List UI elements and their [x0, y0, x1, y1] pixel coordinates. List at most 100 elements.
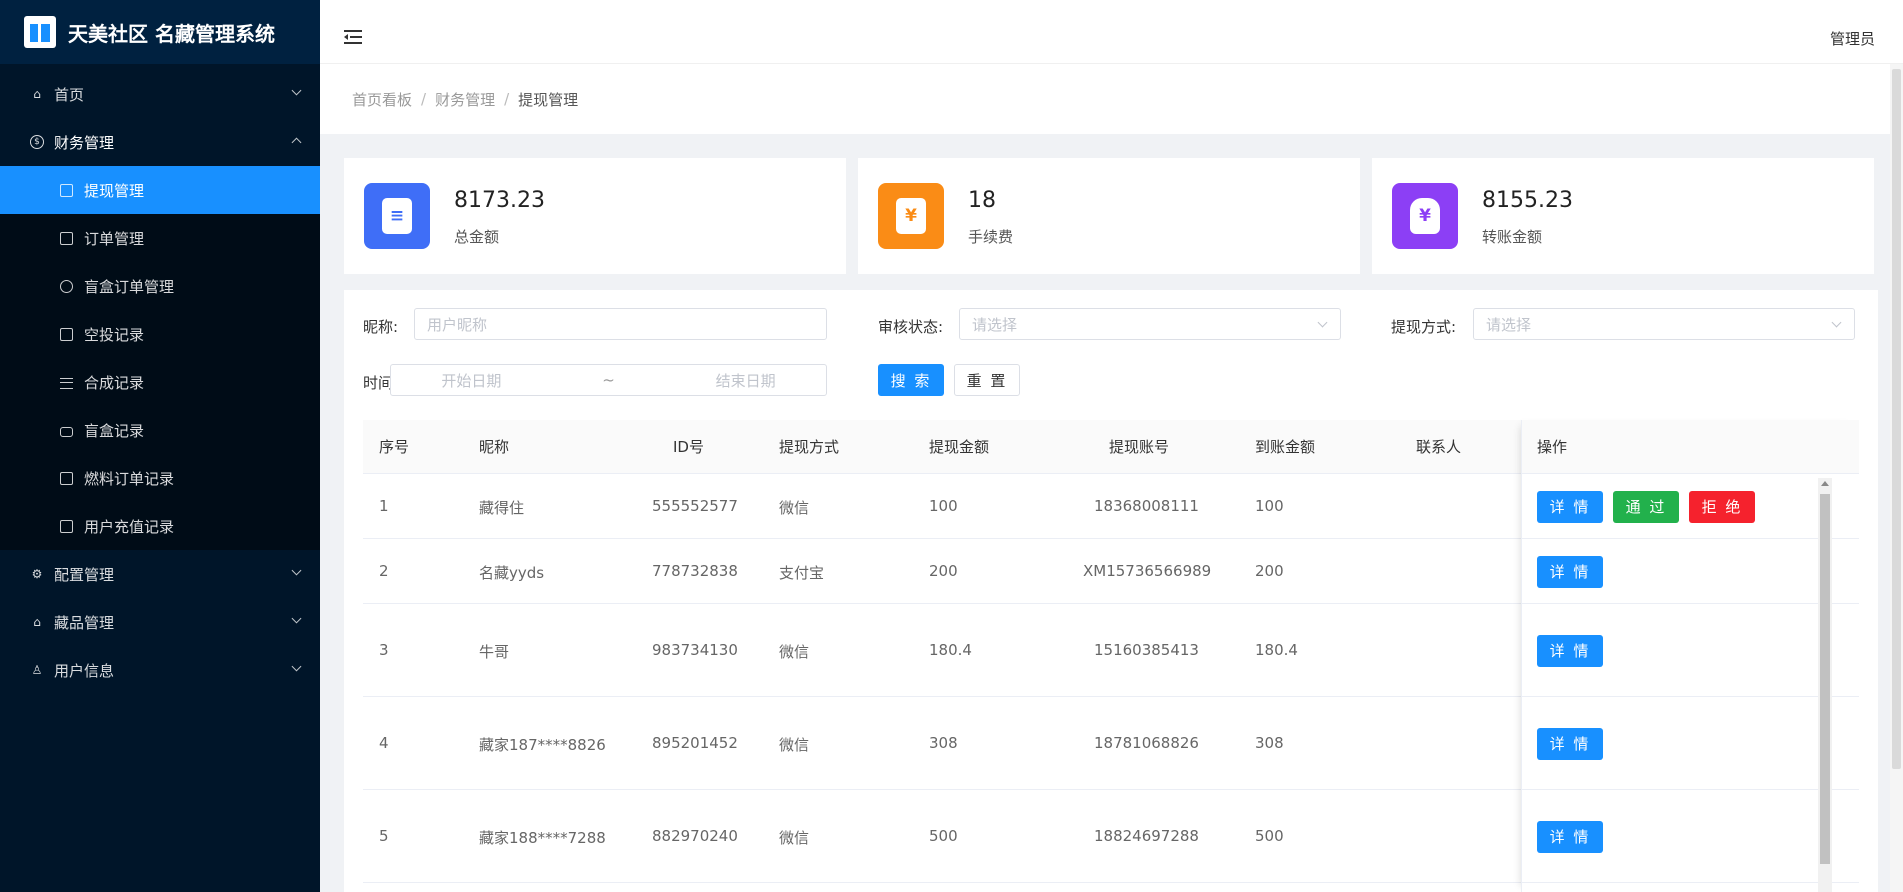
table-scrollbar[interactable]: [1818, 478, 1832, 892]
file-icon: [60, 183, 73, 197]
bank-icon: ⌂: [33, 615, 41, 629]
sidebar-item-config[interactable]: ⚙ 配置管理: [0, 550, 320, 598]
column-header: 操作: [1537, 438, 1568, 456]
table-row: 1 藏得住 555552577 微信 100 18368008111 100 详…: [363, 474, 1859, 539]
breadcrumb-item-home[interactable]: 首页看板: [352, 89, 412, 110]
stat-card-fee: ¥ 18 手续费: [858, 158, 1360, 274]
clipboard-icon: ≡: [364, 183, 430, 249]
detail-button[interactable]: 详 情: [1537, 634, 1603, 667]
dollar-circle-icon: [60, 279, 73, 293]
chevron-down-icon: [291, 565, 302, 576]
sidebar-item-label: 用户信息: [54, 661, 115, 680]
column-header: 提现账号: [1109, 438, 1170, 456]
detail-button[interactable]: 详 情: [1537, 555, 1603, 588]
nickname-label: 昵称:: [363, 318, 399, 336]
column-header: 序号: [379, 438, 410, 456]
sidebar-item-label: 合成记录: [84, 373, 145, 392]
user-icon: ♙: [31, 663, 43, 677]
sidebar-item-label: 藏品管理: [54, 613, 115, 632]
app-title: 天美社区 名藏管理系统: [68, 21, 275, 46]
main-panel: 昵称: 用户昵称 审核状态: 请选择 提现方式: 请选择 时间 开始日期 ~ 结…: [344, 290, 1878, 892]
sidebar-item-withdrawal[interactable]: 提现管理: [0, 166, 320, 214]
table-row: 5 藏家188****7288 882970240 微信 500 1882469…: [363, 790, 1859, 883]
sidebar-item-label: 提现管理: [84, 181, 145, 200]
column-header: 昵称: [479, 438, 510, 456]
column-header: 提现金额: [929, 438, 990, 456]
stat-label: 转账金额: [1482, 228, 1543, 246]
sidebar-item-recharge[interactable]: 用户充值记录: [0, 502, 320, 550]
table-icon: [60, 231, 73, 245]
dollar-circle-icon: $: [30, 135, 44, 149]
table-icon: [60, 471, 73, 485]
detail-button[interactable]: 详 情: [1537, 727, 1603, 760]
chevron-down-icon: [1831, 317, 1842, 328]
sidebar-item-label: 订单管理: [84, 229, 145, 248]
withdraw-method-select[interactable]: 请选择: [1473, 308, 1855, 340]
table-row: 4 藏家187****8826 895201452 微信 308 1878106…: [363, 697, 1859, 790]
search-button[interactable]: 搜 索: [878, 364, 944, 396]
date-range-picker[interactable]: 开始日期 ~ 结束日期: [390, 364, 827, 396]
chevron-down-icon: [1317, 317, 1328, 328]
audit-status-select[interactable]: 请选择: [959, 308, 1341, 340]
sidebar: 天美社区 名藏管理系统 ⌂ 首页 $ 财务管理 提现管理 订单管理 盲盒订单管理: [0, 0, 320, 892]
page-scrollbar[interactable]: [1890, 64, 1903, 892]
settings-icon: ⚙: [31, 567, 43, 581]
detail-button[interactable]: 详 情: [1537, 490, 1603, 523]
nickname-input[interactable]: 用户昵称: [414, 308, 827, 340]
sidebar-item-fuel-orders[interactable]: 燃料订单记录: [0, 454, 320, 502]
sidebar-item-collections[interactable]: ⌂ 藏品管理: [0, 598, 320, 646]
reset-button[interactable]: 重 置: [954, 364, 1020, 396]
breadcrumb-item-current: 提现管理: [518, 90, 579, 109]
lock-icon: [60, 426, 73, 437]
sidebar-item-finance[interactable]: $ 财务管理: [0, 118, 320, 166]
logo-icon: [24, 16, 56, 48]
audit-status-label: 审核状态:: [878, 318, 944, 336]
stat-card-total: ≡ 8173.23 总金额: [344, 158, 846, 274]
sidebar-item-home[interactable]: ⌂ 首页: [0, 70, 320, 118]
sidebar-item-label: 首页: [54, 85, 85, 104]
scroll-up-arrow-icon[interactable]: [1821, 481, 1829, 486]
sidebar-item-users[interactable]: ♙ 用户信息: [0, 646, 320, 694]
sidebar-item-blindbox-orders[interactable]: 盲盒订单管理: [0, 262, 320, 310]
menu-fold-icon[interactable]: [344, 30, 362, 44]
breadcrumb-item-finance[interactable]: 财务管理: [435, 89, 495, 110]
sidebar-item-label: 财务管理: [54, 133, 115, 152]
chevron-down-icon: [291, 85, 302, 96]
sidebar-item-label: 盲盒记录: [84, 421, 145, 440]
page-scroll-thumb[interactable]: [1892, 69, 1901, 769]
user-menu[interactable]: 管理员: [1830, 28, 1875, 49]
money-bag-icon: ¥: [878, 183, 944, 249]
table-icon: [60, 519, 73, 533]
sidebar-item-label: 空投记录: [84, 325, 145, 344]
table-row: 2 名藏yyds 778732838 支付宝 200 XM15736566989…: [363, 539, 1859, 604]
money-bag-icon: ¥: [1392, 183, 1458, 249]
column-header: 联系人: [1416, 438, 1462, 456]
sidebar-item-label: 用户充值记录: [84, 517, 175, 536]
range-separator: ~: [602, 371, 615, 389]
list-icon: [60, 376, 73, 389]
scroll-thumb[interactable]: [1820, 494, 1830, 864]
column-header: 到账金额: [1255, 438, 1316, 456]
column-header: 提现方式: [779, 438, 840, 456]
start-date-input[interactable]: 开始日期: [441, 370, 501, 391]
stat-value: 8155.23: [1482, 188, 1573, 213]
approve-button[interactable]: 通 过: [1613, 490, 1679, 523]
home-icon: ⌂: [33, 87, 41, 101]
sidebar-menu: ⌂ 首页 $ 财务管理 提现管理 订单管理 盲盒订单管理 空投记录 合成记录 盲…: [0, 64, 320, 694]
detail-button[interactable]: 详 情: [1537, 820, 1603, 853]
chevron-down-icon: [291, 661, 302, 672]
end-date-input[interactable]: 结束日期: [716, 370, 776, 391]
finance-submenu: 提现管理 订单管理 盲盒订单管理 空投记录 合成记录 盲盒记录 燃料订单记录 用…: [0, 166, 320, 550]
sidebar-item-airdrop[interactable]: 空投记录: [0, 310, 320, 358]
wallet-icon: [60, 327, 73, 341]
table-row: 3 牛哥 983734130 微信 180.4 15160385413 180.…: [363, 604, 1859, 697]
sidebar-item-orders[interactable]: 订单管理: [0, 214, 320, 262]
chevron-down-icon: [291, 613, 302, 624]
reject-button[interactable]: 拒 绝: [1689, 490, 1755, 523]
table-header: 序号 昵称 ID号 提现方式 提现金额 提现账号 到账金额 联系人 操作: [363, 420, 1859, 474]
sidebar-item-synthesis[interactable]: 合成记录: [0, 358, 320, 406]
sidebar-item-label: 配置管理: [54, 565, 115, 584]
sidebar-item-blindbox-records[interactable]: 盲盒记录: [0, 406, 320, 454]
time-label: 时间: [363, 374, 394, 392]
column-header: ID号: [673, 438, 704, 456]
